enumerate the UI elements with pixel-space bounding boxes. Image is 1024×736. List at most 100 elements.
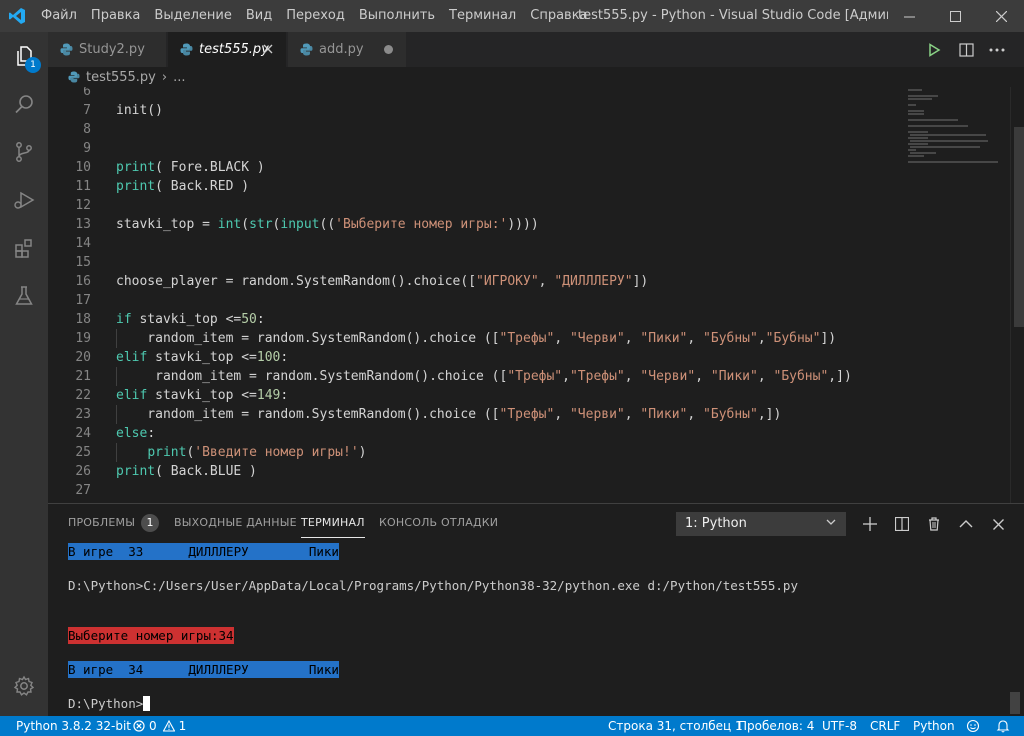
code-line: 14 <box>75 236 91 251</box>
maximize-button[interactable] <box>932 0 978 32</box>
gear-icon <box>13 675 35 696</box>
feedback-icon <box>966 719 980 733</box>
source-control-button[interactable] <box>0 128 48 176</box>
tab-problems-label: ПРОБЛЕМЫ <box>68 516 136 529</box>
menu-view[interactable]: Вид <box>239 0 279 32</box>
chevron-down-icon <box>825 514 837 536</box>
code-line: 22 elif stavki_top <=149: <box>75 388 289 403</box>
extensions-icon <box>15 239 32 258</box>
terminal-select-value: 1: Python <box>685 516 747 531</box>
tab-label: test555.py <box>199 42 269 57</box>
window-title: test555.py - Python - Visual Studio Code… <box>578 8 888 23</box>
menu-file[interactable]: Файл <box>34 0 84 32</box>
error-icon <box>133 720 145 732</box>
code-editor[interactable]: 6 7 init() 8 9 10 print( Fore.BLACK ) 11 pr… <box>48 87 1024 503</box>
search-button[interactable] <box>0 80 48 128</box>
eol-setting[interactable]: CRLF <box>870 716 900 736</box>
code-line: 18 if stavki_top <=50: <box>75 312 265 327</box>
language-mode[interactable]: Python <box>913 716 955 736</box>
minimize-icon <box>903 16 915 17</box>
tab-study2[interactable]: Study2.py <box>48 32 167 67</box>
notifications-button[interactable] <box>996 716 1010 736</box>
testing-button[interactable] <box>0 272 48 320</box>
tab-label: Study2.py <box>79 42 145 57</box>
run-debug-button[interactable] <box>0 176 48 224</box>
close-window-button[interactable] <box>978 0 1024 32</box>
feedback-button[interactable] <box>966 716 980 736</box>
code-line: 9 <box>83 141 91 156</box>
code-line: 23 random_item = random.SystemRandom().c… <box>75 405 782 424</box>
problems-count-badge: 1 <box>141 514 160 532</box>
extensions-button[interactable] <box>0 224 48 272</box>
terminal-output-line: В игре 34 ДИЛЛЛЕРУ Пики <box>68 661 339 678</box>
indentation-setting[interactable]: Пробелов: 4 <box>738 716 814 736</box>
error-count: 0 <box>149 719 157 733</box>
code-line: 6 <box>83 87 91 99</box>
menu-selection[interactable]: Выделение <box>147 0 238 32</box>
terminal-select[interactable]: 1: Python <box>676 512 846 536</box>
new-terminal-button[interactable] <box>858 512 882 536</box>
maximize-panel-button[interactable] <box>954 512 978 536</box>
menu-terminal[interactable]: Терминал <box>442 0 523 32</box>
plus-icon <box>863 517 877 531</box>
problems-status[interactable]: 0 1 <box>133 716 186 736</box>
encoding-setting[interactable]: UTF-8 <box>822 716 857 736</box>
menu-edit[interactable]: Правка <box>84 0 147 32</box>
close-icon <box>263 44 273 54</box>
unsaved-dot-icon[interactable] <box>384 45 393 54</box>
breadcrumb-symbol[interactable]: ... <box>173 70 185 85</box>
tab-problems[interactable]: ПРОБЛЕМЫ 1 <box>68 504 160 540</box>
explorer-button[interactable]: 1 <box>0 32 48 80</box>
menu-run[interactable]: Выполнить <box>352 0 442 32</box>
python-interpreter[interactable]: Python 3.8.2 32-bit <box>16 716 131 736</box>
flask-icon <box>15 286 33 305</box>
code-line: 26 print( Back.BLUE ) <box>75 464 257 479</box>
code-line: 25 print('Введите номер игры!') <box>75 443 367 462</box>
debug-icon <box>14 191 35 209</box>
activity-bar: 1 <box>0 32 48 716</box>
code-line: 24 else: <box>75 426 156 441</box>
tab-test555[interactable]: test555.py <box>168 32 287 67</box>
warning-icon <box>162 720 175 732</box>
minimize-button[interactable] <box>886 0 932 32</box>
terminal-scrollbar[interactable] <box>1010 692 1020 714</box>
more-actions-button[interactable] <box>983 32 1011 67</box>
chevron-up-icon <box>959 520 973 528</box>
code-line: 8 <box>83 122 91 137</box>
code-line: 7 init() <box>83 103 163 118</box>
breadcrumb-file[interactable]: test555.py <box>86 70 156 85</box>
scroll-thumb[interactable] <box>1014 127 1024 327</box>
split-icon <box>895 517 909 531</box>
menu-go[interactable]: Переход <box>279 0 352 32</box>
close-panel-button[interactable] <box>986 512 1010 536</box>
warning-count: 1 <box>178 719 187 733</box>
manage-button[interactable] <box>0 662 48 710</box>
minimap[interactable] <box>906 87 1010 503</box>
run-file-button[interactable] <box>920 32 948 67</box>
split-icon <box>958 42 974 57</box>
code-line: 27 <box>75 483 91 498</box>
code-line: 10 print( Fore.BLACK ) <box>75 160 265 175</box>
code-line: 15 <box>75 255 91 270</box>
close-icon <box>995 10 1007 22</box>
search-icon <box>15 95 33 114</box>
chevron-right-icon: › <box>161 69 168 85</box>
code-line: 19 random_item = random.SystemRandom().c… <box>75 329 837 348</box>
maximize-icon <box>949 10 961 22</box>
terminal-cursor <box>143 696 151 711</box>
code-line: 17 <box>75 293 91 308</box>
split-terminal-button[interactable] <box>890 512 914 536</box>
python-file-icon <box>68 71 80 83</box>
tab-debug-console[interactable]: КОНСОЛЬ ОТЛАДКИ <box>379 504 498 540</box>
code-line: 21 random_item = random.SystemRandom().c… <box>75 367 852 386</box>
tab-terminal[interactable]: ТЕРМИНАЛ <box>301 504 365 540</box>
editor-scrollbar[interactable] <box>1010 87 1024 503</box>
terminal-prompt[interactable]: D:\Python> <box>68 695 151 712</box>
kill-terminal-button[interactable] <box>922 512 946 536</box>
tab-output[interactable]: ВЫХОДНЫЕ ДАННЫЕ <box>174 504 297 540</box>
close-tab-button[interactable] <box>260 42 276 58</box>
split-editor-button[interactable] <box>952 32 980 67</box>
tab-add[interactable]: add.py <box>288 32 407 67</box>
cursor-position[interactable]: Строка 31, столбец 1 <box>608 716 743 736</box>
title-bar: Файл Правка Выделение Вид Переход Выполн… <box>0 0 1024 32</box>
